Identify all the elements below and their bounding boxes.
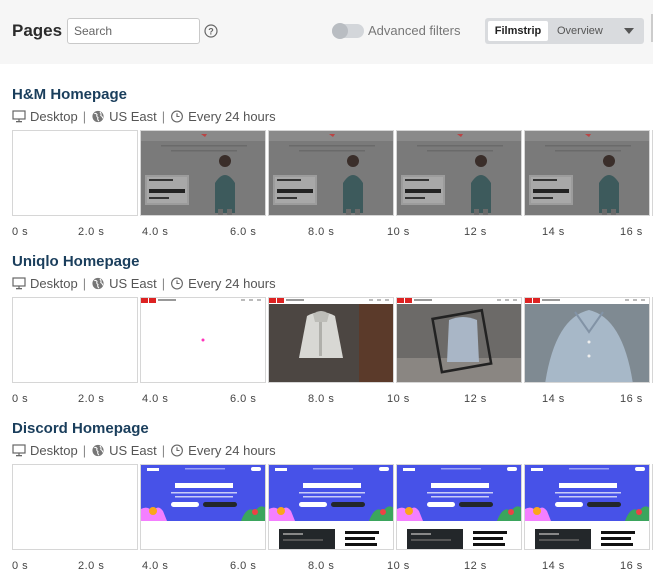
globe-icon <box>91 277 105 290</box>
view-mode-selector: Filmstrip Overview <box>485 18 644 44</box>
timeline-label: 8.0 s <box>308 393 335 405</box>
filmstrip-frame[interactable] <box>396 464 522 550</box>
page-section: Discord Homepage Desktop | US East | Every 24… <box>12 420 653 580</box>
monitor-icon <box>12 276 26 290</box>
timeline-label: 14 s <box>542 393 565 405</box>
timeline-label: 6.0 s <box>230 393 257 405</box>
timeline-label: 6.0 s <box>230 226 257 238</box>
meta-separator: | <box>161 275 166 291</box>
page-title: Pages <box>12 21 63 40</box>
top-bar: Pages ? Advanced filters Filmstrip Overv… <box>0 0 653 64</box>
timeline-label: 14 s <box>542 226 565 238</box>
filmstrip <box>12 130 653 218</box>
filmstrip-frame[interactable] <box>524 130 650 216</box>
meta-region: US East <box>109 108 157 124</box>
page-title-link[interactable]: Discord Homepage <box>12 420 149 437</box>
filmstrip-frame[interactable] <box>268 464 394 550</box>
filmstrip-frame[interactable] <box>12 130 138 216</box>
timeline-label: 10 s <box>387 226 410 238</box>
timeline-label: 2.0 s <box>78 226 105 238</box>
page-section: H&M Homepage Desktop | US East | Every 24 hou… <box>12 86 653 246</box>
page-meta: Desktop | US East | Every 24 hours <box>12 108 276 124</box>
page-title-link[interactable]: H&M Homepage <box>12 86 127 103</box>
filmstrip-option[interactable]: Filmstrip <box>488 21 548 41</box>
filmstrip-frame[interactable] <box>268 130 394 216</box>
timeline-label: 12 s <box>464 560 487 572</box>
filmstrip-frame[interactable] <box>396 130 522 216</box>
monitor-icon <box>12 109 26 123</box>
monitor-icon <box>12 443 26 457</box>
meta-separator: | <box>82 275 87 291</box>
page-title-link[interactable]: Uniqlo Homepage <box>12 253 140 270</box>
timeline-label: 8.0 s <box>308 560 335 572</box>
timeline-label: 6.0 s <box>230 560 257 572</box>
toggle-knob <box>332 23 348 39</box>
page-meta: Desktop | US East | Every 24 hours <box>12 442 276 458</box>
meta-device: Desktop <box>30 275 78 291</box>
page-section: Uniqlo Homepage Desktop | US East | Every 24 … <box>12 253 653 413</box>
filmstrip-frame[interactable] <box>396 297 522 383</box>
timeline-label: 4.0 s <box>142 560 169 572</box>
meta-region: US East <box>109 275 157 291</box>
clock-icon <box>170 277 184 290</box>
filmstrip-frame[interactable] <box>140 130 266 216</box>
meta-schedule: Every 24 hours <box>188 442 276 458</box>
filmstrip-frame[interactable] <box>524 297 650 383</box>
timeline-label: 0 s <box>12 393 29 405</box>
timeline-label: 16 s <box>620 226 643 238</box>
clock-icon <box>170 110 184 123</box>
filmstrip-frame[interactable] <box>140 297 266 383</box>
timeline-label: 14 s <box>542 560 565 572</box>
overview-option[interactable]: Overview <box>557 21 603 41</box>
meta-schedule: Every 24 hours <box>188 275 276 291</box>
timeline-label: 2.0 s <box>78 393 105 405</box>
filmstrip <box>12 297 653 385</box>
meta-separator: | <box>161 108 166 124</box>
timeline-axis: 0 s 2.0 s 4.0 s 6.0 s 8.0 s 10 s 12 s 14 s 16 s <box>12 226 653 240</box>
meta-device: Desktop <box>30 108 78 124</box>
meta-device: Desktop <box>30 442 78 458</box>
timeline-label: 4.0 s <box>142 226 169 238</box>
timeline-label: 2.0 s <box>78 560 105 572</box>
timeline-label: 10 s <box>387 393 410 405</box>
timeline-label: 0 s <box>12 226 29 238</box>
search-input[interactable] <box>67 18 200 44</box>
timeline-label: 8.0 s <box>308 226 335 238</box>
meta-region: US East <box>109 442 157 458</box>
globe-icon <box>91 444 105 457</box>
filmstrip-frame[interactable] <box>524 464 650 550</box>
advanced-filters-label: Advanced filters <box>368 23 461 38</box>
page-meta: Desktop | US East | Every 24 hours <box>12 275 276 291</box>
meta-schedule: Every 24 hours <box>188 108 276 124</box>
filmstrip <box>12 464 653 552</box>
filmstrip-frame[interactable] <box>12 464 138 550</box>
timeline-label: 4.0 s <box>142 393 169 405</box>
help-icon[interactable]: ? <box>204 24 218 38</box>
filmstrip-frame[interactable] <box>268 297 394 383</box>
filmstrip-frame[interactable] <box>140 464 266 550</box>
advanced-filters-toggle[interactable] <box>332 23 364 39</box>
clock-icon <box>170 444 184 457</box>
timeline-label: 16 s <box>620 560 643 572</box>
timeline-axis: 0 s 2.0 s 4.0 s 6.0 s 8.0 s 10 s 12 s 14 s 16 s <box>12 560 653 574</box>
timeline-axis: 0 s 2.0 s 4.0 s 6.0 s 8.0 s 10 s 12 s 14 s 16 s <box>12 393 653 407</box>
timeline-label: 0 s <box>12 560 29 572</box>
filmstrip-frame[interactable] <box>12 297 138 383</box>
meta-separator: | <box>82 442 87 458</box>
meta-separator: | <box>161 442 166 458</box>
chevron-down-icon[interactable] <box>623 22 635 40</box>
timeline-label: 12 s <box>464 226 487 238</box>
meta-separator: | <box>82 108 87 124</box>
timeline-label: 10 s <box>387 560 410 572</box>
globe-icon <box>91 110 105 123</box>
timeline-label: 12 s <box>464 393 487 405</box>
timeline-label: 16 s <box>620 393 643 405</box>
svg-text:?: ? <box>208 27 214 37</box>
